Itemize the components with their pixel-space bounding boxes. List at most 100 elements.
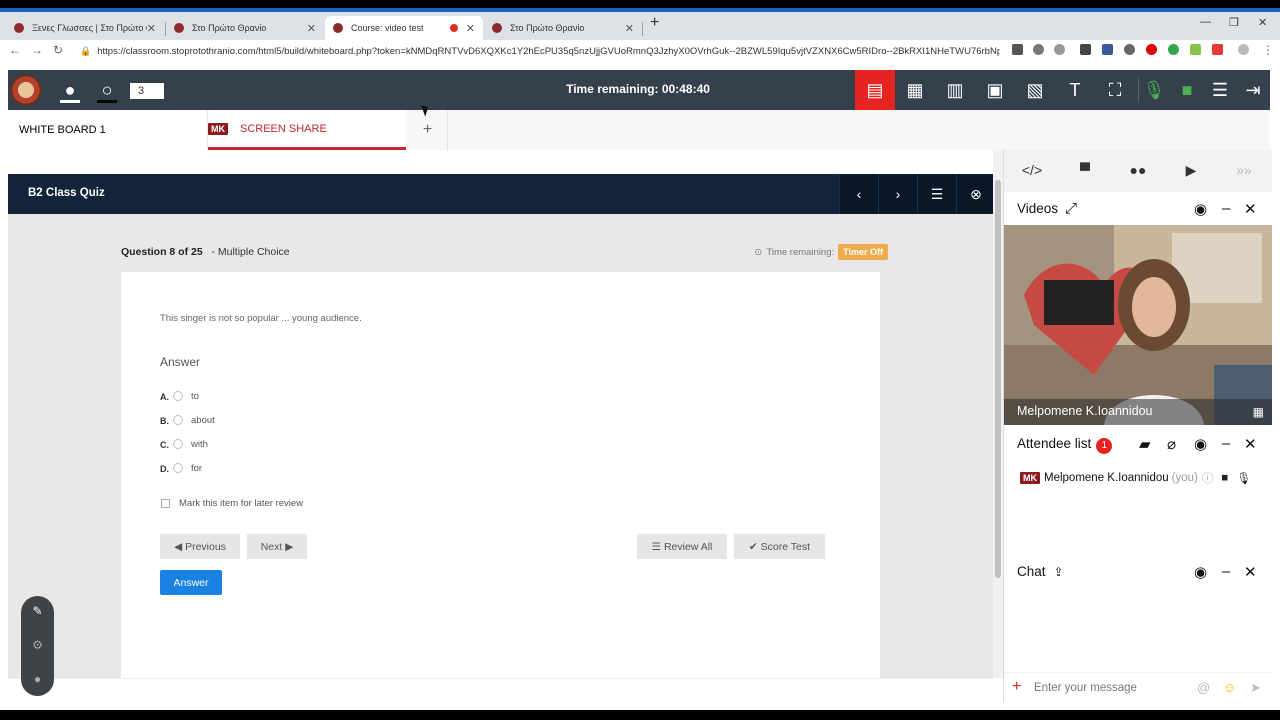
send-icon[interactable]: ➤ [1250,680,1261,696]
microphone-icon[interactable]: 🎙 [1236,471,1251,485]
pen-extension-icon[interactable] [1212,44,1223,55]
next-arrow-button[interactable]: › [878,174,917,214]
camera-icon[interactable]: ■ [1175,78,1199,102]
reload-icon[interactable]: ↻ [53,43,63,57]
close-quiz-button[interactable]: ⊗ [956,174,993,214]
cast-icon[interactable] [1012,44,1023,55]
code-icon[interactable]: </> [1018,162,1046,178]
chat-message-input[interactable]: Enter your message [1034,682,1137,694]
close-panel-icon[interactable]: ✕ [1244,200,1257,218]
answer-option-a[interactable]: A. to [160,389,199,403]
grid-icon[interactable]: ▦ [1253,405,1264,419]
browser-tab-active[interactable]: Course: video test ✕ [325,16,483,40]
video-play-icon[interactable]: ▶ [1177,162,1205,179]
extension-icon[interactable] [1168,44,1179,55]
users-icon[interactable]: ●● [1124,162,1152,178]
chart-icon[interactable]: ▥ [943,78,967,102]
browser-tab[interactable]: Στο Πρώτο Θρανίο ✕ [484,16,642,40]
close-tab-icon[interactable]: ✕ [625,22,634,35]
quiz-title-bar: B2 Class Quiz ‹ › ☰ ⊗ [8,174,993,214]
fullscreen-icon[interactable]: ⛶ [1103,78,1127,102]
new-tab-icon[interactable]: + [650,14,659,32]
vertical-scrollbar[interactable] [993,150,1003,678]
timer-status-badge: Timer Off [838,244,888,260]
radio-button[interactable] [173,439,183,449]
close-tab-icon[interactable]: ✕ [307,22,316,35]
gear-icon[interactable]: ⚙ [21,638,54,652]
answer-option-c[interactable]: C. with [160,437,208,451]
attendee-row[interactable]: MK Melpomene K.Ioannidou (you) ⓘ ■ 🎙 [1020,470,1251,486]
image-icon[interactable]: ▣ [983,78,1007,102]
review-checkbox[interactable] [161,499,170,508]
facebook-extension-icon[interactable] [1102,44,1113,55]
school-logo [10,74,42,106]
exit-icon[interactable]: ⇥ [1241,78,1265,102]
minimize-panel-icon[interactable]: – [1222,435,1230,452]
back-icon[interactable]: ← [9,43,21,57]
text-document-icon[interactable]: T [1063,78,1087,102]
expand-icon[interactable]: ⤢ [1065,200,1077,217]
window-close-icon[interactable]: ✕ [1258,16,1267,29]
answer-button[interactable]: Answer [160,570,222,595]
screen-share-button[interactable]: ▤ [855,70,895,110]
next-button[interactable]: Next ▶ [247,534,307,559]
profile-avatar[interactable] [1238,44,1249,55]
forward-icon[interactable]: → [31,43,43,57]
close-tab-icon[interactable]: ✕ [466,22,475,35]
tab-screen-share[interactable]: MK SCREEN SHARE [208,110,406,150]
mark-for-review[interactable]: Mark this item for later review [161,498,303,509]
question-list-button[interactable]: ☰ [917,174,956,214]
film-icon[interactable]: ▧ [1023,78,1047,102]
radio-button[interactable] [173,463,183,473]
tab-whiteboard-1[interactable]: WHITE BOARD 1 [8,110,208,150]
chat-icon[interactable]: ▀ [1071,162,1099,178]
microphone-icon[interactable]: 🎙 [1142,78,1166,102]
radio-button[interactable] [173,391,183,401]
add-whiteboard-button[interactable]: + [408,110,448,150]
eye-icon[interactable]: ◉ [1194,563,1207,581]
pencil-extension-icon[interactable] [1190,44,1201,55]
mic-off-icon[interactable]: ⌀ [1167,435,1176,453]
browser-tab[interactable]: Στο Πρώτο Θρανίο ✕ [166,16,324,40]
eye-icon[interactable]: ◉ [1194,200,1207,218]
close-panel-icon[interactable]: ✕ [1244,563,1257,581]
radio-button[interactable] [173,415,183,425]
previous-button[interactable]: ◀ Previous [160,534,240,559]
fill-color-icon[interactable]: ● [58,78,82,102]
answer-option-b[interactable]: B. about [160,413,215,427]
browser-menu-icon[interactable]: ⋮ [1262,43,1274,57]
minimize-panel-icon[interactable]: – [1222,563,1230,580]
pen-tool-icon[interactable]: ✎ [21,604,54,618]
url-field[interactable]: 🔒 https://classroom.stoprotothranio.com/… [80,42,1000,60]
more-icon[interactable]: »» [1230,162,1258,178]
classroom-icon[interactable]: ▦ [903,78,927,102]
bookmark-star-icon[interactable] [1054,44,1065,55]
review-all-button[interactable]: ☰ Review All [637,534,727,559]
answer-option-d[interactable]: D. for [160,461,202,475]
browser-tab[interactable]: Ξενες Γλωσσες | Στο Πρώτο Θρα... ✕ [6,16,164,40]
score-test-button[interactable]: ✔ Score Test [734,534,825,559]
close-tab-icon[interactable]: ✕ [147,22,156,35]
eye-icon[interactable]: ◉ [1194,435,1207,453]
restore-icon[interactable]: ❐ [1229,16,1239,29]
opera-extension-icon[interactable] [1146,44,1157,55]
horizontal-scrollbar[interactable] [8,678,993,702]
close-panel-icon[interactable]: ✕ [1244,435,1257,453]
minimize-icon[interactable]: — [1200,16,1211,28]
minimize-panel-icon[interactable]: – [1222,200,1230,217]
zoom-icon[interactable] [1033,44,1044,55]
add-attachment-icon[interactable]: + [1012,678,1021,696]
extension-icon[interactable] [1080,44,1091,55]
info-icon[interactable]: ● [21,672,54,686]
camera-off-icon[interactable]: ▰ [1139,435,1151,453]
settings-sliders-icon[interactable]: ☰ [1208,78,1232,102]
upload-icon[interactable]: ⇪ [1054,565,1064,579]
camera-icon[interactable]: ■ [1221,472,1228,484]
prev-arrow-button[interactable]: ‹ [839,174,878,214]
emoji-icon[interactable]: ☺ [1223,680,1236,695]
extension-icon[interactable] [1124,44,1135,55]
page-number-field[interactable]: 3 [130,83,164,99]
info-icon[interactable]: ⓘ [1202,470,1214,486]
stroke-color-icon[interactable]: ○ [95,78,119,102]
mention-icon[interactable]: @ [1197,680,1210,695]
